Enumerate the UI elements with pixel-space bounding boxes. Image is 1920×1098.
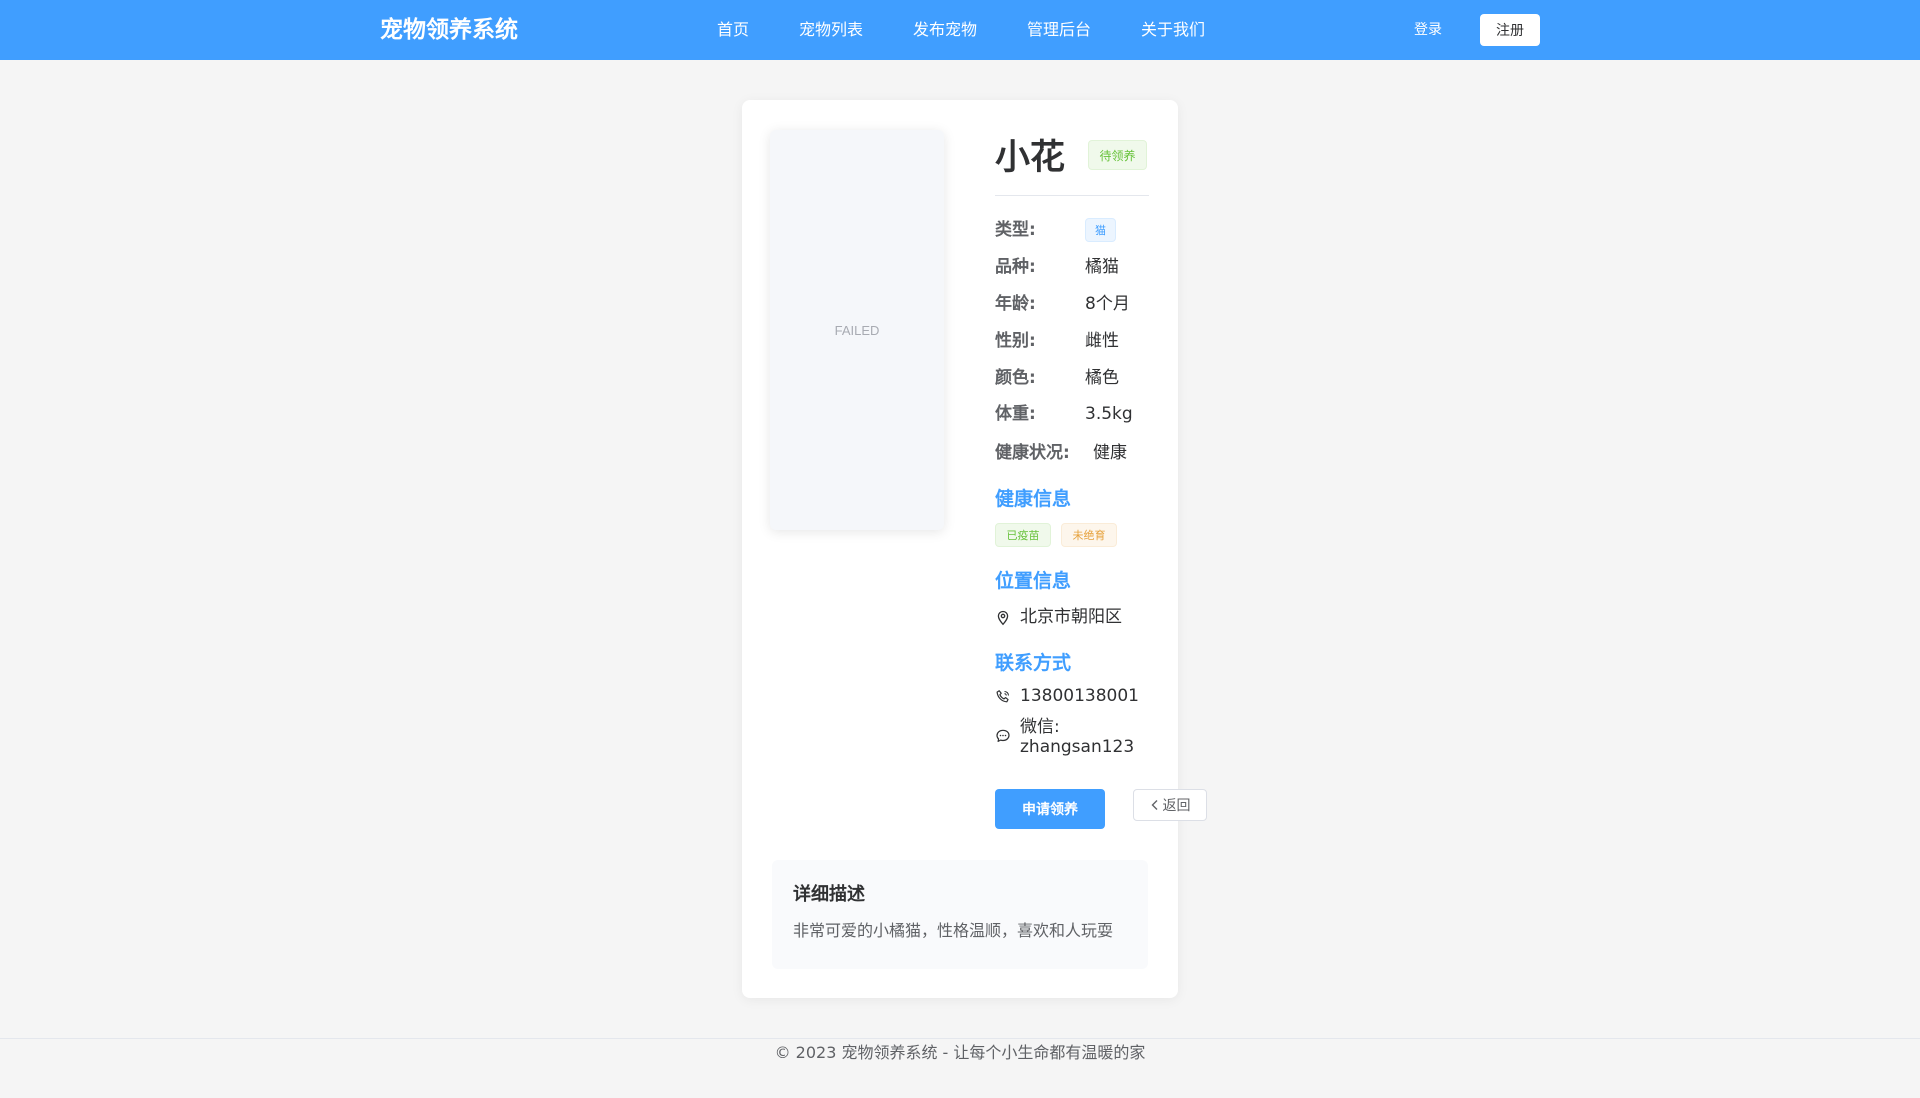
field-health-value: 健康 <box>1093 443 1127 463</box>
description-title: 详细描述 <box>793 884 865 905</box>
phone-number: 13800138001 <box>1020 686 1139 706</box>
location-row: 北京市朝阳区 <box>995 607 1175 629</box>
description-text: 非常可爱的小橘猫，性格温顺，喜欢和人玩耍 <box>793 921 1114 940</box>
phone-icon <box>996 690 1010 703</box>
location-pin-icon <box>997 610 1009 626</box>
chat-bubble-icon <box>996 729 1010 742</box>
field-gender: 性别: 雌性 <box>995 329 1175 353</box>
field-health: 健康状况: 健康 <box>995 441 1175 465</box>
nav-item-admin[interactable]: 管理后台 <box>1027 19 1091 41</box>
field-gender-value: 雌性 <box>1085 331 1119 351</box>
contact-section-title: 联系方式 <box>995 652 1072 674</box>
page-footer: © 2023 宠物领养系统 - 让每个小生命都有温暖的家 <box>0 1038 1920 1098</box>
image-failed-text: FAILED <box>834 322 880 338</box>
field-health-label: 健康状况: <box>995 443 1070 463</box>
field-age-value: 8个月 <box>1085 294 1130 314</box>
not-neutered-tag: 未绝育 <box>1061 523 1117 547</box>
field-weight: 体重: 3.5kg <box>995 402 1175 426</box>
login-link[interactable]: 登录 <box>1414 19 1442 41</box>
field-color-label: 颜色: <box>995 368 1036 388</box>
wechat-label: 微信: <box>1020 717 1060 737</box>
apply-adoption-button[interactable]: 申请领养 <box>995 789 1105 829</box>
type-tag: 猫 <box>1085 218 1116 242</box>
field-color: 颜色: 橘色 <box>995 366 1175 390</box>
pet-detail-card: FAILED 小花 待领养 类型: 猫 品种: 橘猫 年龄: 8个月 性别: 雌… <box>742 100 1207 998</box>
chevron-left-icon <box>1151 800 1157 810</box>
nav-item-publish-pet[interactable]: 发布宠物 <box>913 19 977 41</box>
field-breed: 品种: 橘猫 <box>995 255 1175 279</box>
pet-name: 小花 <box>995 138 1066 178</box>
field-color-value: 橘色 <box>1085 368 1119 388</box>
field-gender-label: 性别: <box>995 331 1036 351</box>
divider <box>995 195 1149 196</box>
status-badge: 待领养 <box>1088 140 1147 170</box>
field-type-label: 类型: <box>995 220 1036 240</box>
top-navbar: 宠物领养系统 首页 宠物列表 发布宠物 管理后台 关于我们 登录 注册 <box>0 0 1920 60</box>
location-section-title: 位置信息 <box>995 570 1072 592</box>
wechat-row: 微信: zhangsan123 <box>995 717 1175 761</box>
field-type: 类型: 猫 <box>995 218 1175 242</box>
site-logo-title[interactable]: 宠物领养系统 <box>380 14 518 46</box>
phone-row: 13800138001 <box>995 686 1175 708</box>
location-address: 北京市朝阳区 <box>1020 607 1122 627</box>
register-button[interactable]: 注册 <box>1480 14 1540 46</box>
field-breed-label: 品种: <box>995 257 1036 277</box>
nav-item-home[interactable]: 首页 <box>717 19 749 41</box>
field-weight-value: 3.5kg <box>1085 404 1133 424</box>
health-section-title: 健康信息 <box>995 488 1072 510</box>
pet-photo: FAILED <box>770 130 944 530</box>
field-weight-label: 体重: <box>995 404 1036 424</box>
back-button[interactable]: 返回 <box>1133 789 1207 821</box>
vaccinated-tag: 已疫苗 <box>995 523 1051 547</box>
field-age: 年龄: 8个月 <box>995 292 1175 316</box>
wechat-id: zhangsan123 <box>1020 737 1135 757</box>
back-button-label: 返回 <box>1162 798 1191 814</box>
footer-copyright: © 2023 宠物领养系统 - 让每个小生命都有温暖的家 <box>774 1043 1146 1062</box>
nav-item-about[interactable]: 关于我们 <box>1141 19 1205 41</box>
field-age-label: 年龄: <box>995 294 1036 314</box>
description-box: 详细描述 非常可爱的小橘猫，性格温顺，喜欢和人玩耍 <box>772 860 1148 969</box>
field-breed-value: 橘猫 <box>1085 257 1119 277</box>
nav-item-pet-list[interactable]: 宠物列表 <box>799 19 863 41</box>
health-tags: 已疫苗 未绝育 <box>995 523 1175 547</box>
